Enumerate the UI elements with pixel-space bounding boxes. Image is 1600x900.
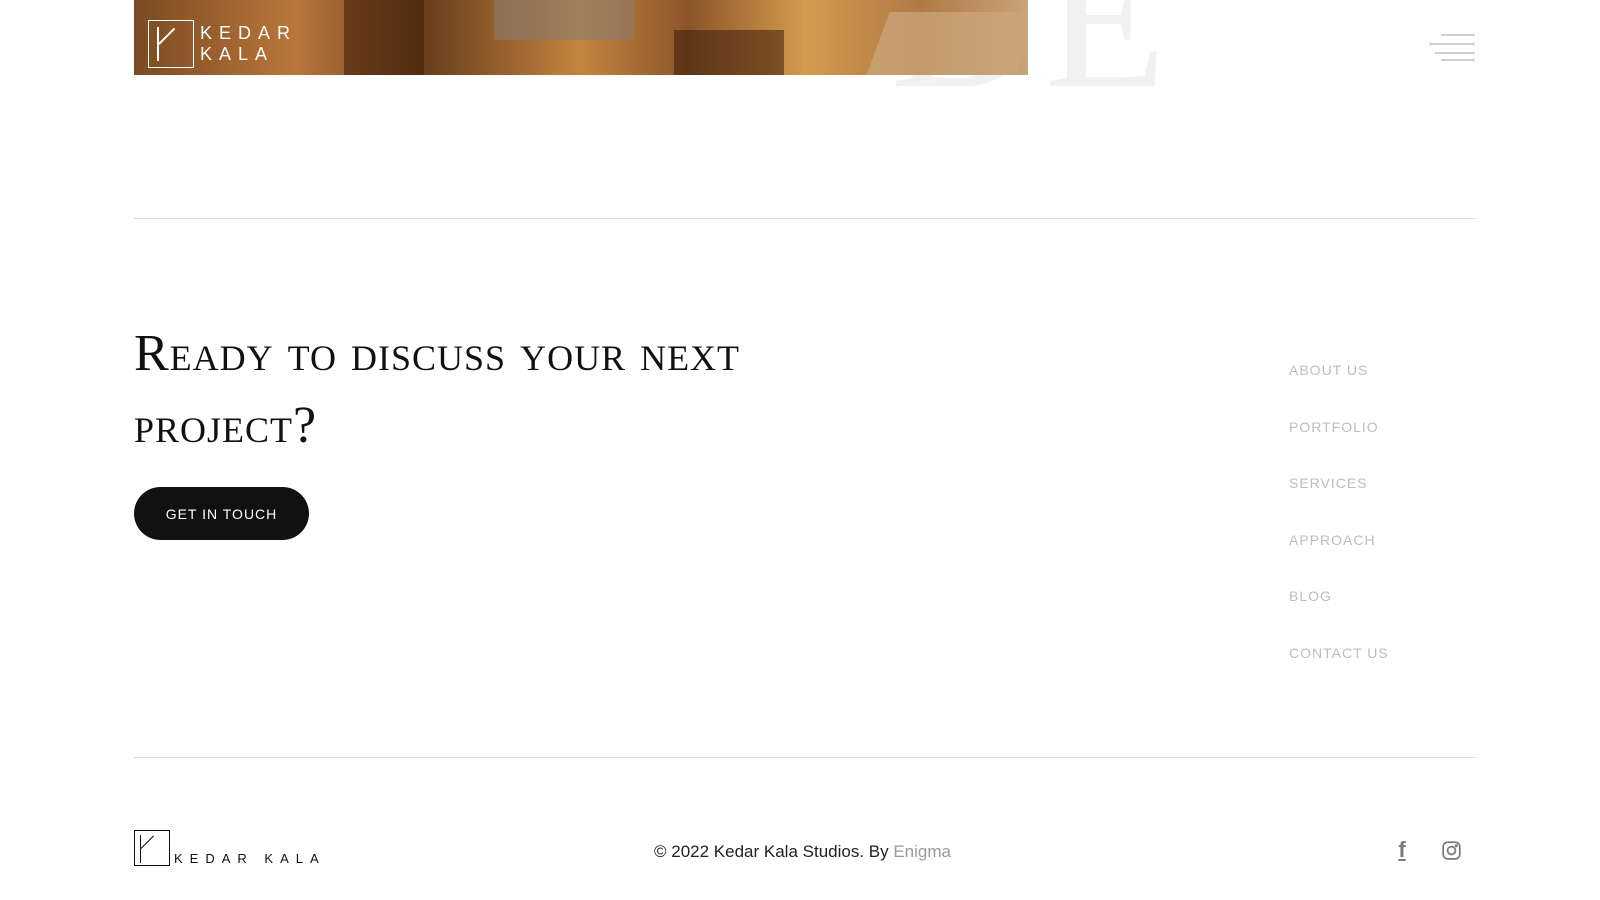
footer-nav: ABOUT US PORTFOLIO SERVICES APPROACH BLO… [1289, 362, 1389, 701]
footer-nav-approach[interactable]: APPROACH [1289, 532, 1376, 548]
facebook-icon[interactable]: f [1390, 837, 1414, 862]
divider-bottom [134, 757, 1476, 758]
header-logo[interactable]: KEDAR KALA [148, 20, 297, 68]
copyright-text: © 2022 Kedar Kala Studios. By [654, 842, 894, 861]
instagram-icon[interactable] [1439, 838, 1463, 862]
footer-nav-blog[interactable]: BLOG [1289, 588, 1332, 604]
footer-logo-text: KEDAR KALA [174, 851, 326, 866]
logo-line-1: KEDAR [200, 23, 298, 43]
logo-mark-icon [148, 20, 194, 68]
hero-image: KEDAR KALA [134, 0, 1028, 75]
footer-nav-about-us[interactable]: ABOUT US [1289, 362, 1368, 378]
copyright: © 2022 Kedar Kala Studios. By Enigma [654, 842, 951, 862]
footer-logo[interactable]: KEDAR KALA [134, 830, 326, 866]
footer-nav-services[interactable]: SERVICES [1289, 475, 1368, 491]
divider-top [134, 218, 1476, 219]
enigma-link[interactable]: Enigma [893, 842, 951, 861]
get-in-touch-button[interactable]: GET IN TOUCH [134, 487, 309, 540]
logo-line-2: KALA [200, 44, 275, 64]
footer-nav-contact-us[interactable]: CONTACT US [1289, 645, 1389, 661]
menu-icon[interactable] [1425, 32, 1475, 62]
cta-heading: Ready to discuss your next project? [134, 325, 741, 454]
footer-nav-portfolio[interactable]: PORTFOLIO [1289, 419, 1379, 435]
footer-logo-mark-icon [134, 830, 170, 866]
